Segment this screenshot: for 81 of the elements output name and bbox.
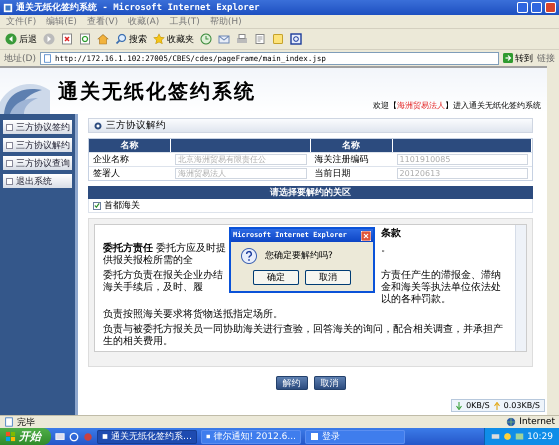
maximize-button[interactable]	[531, 2, 542, 13]
field-label: 签署人	[89, 166, 172, 180]
window-icon	[102, 432, 108, 441]
window-title: 通关无纸化签约系统 - Microsoft Internet Explorer	[16, 1, 261, 14]
scrollbar[interactable]	[515, 225, 526, 351]
terms-text: 负责与被委托方报关员一同协助海关进行查验，回答海关的询问，配合相关调查，并承担产生的相关费用。	[103, 324, 504, 348]
field-label: 企业名称	[89, 152, 172, 166]
welcome-text: 欢迎【海洲贸易法人】进入通关无纸化签约系统	[373, 100, 541, 112]
start-button[interactable]: 开始	[0, 428, 51, 445]
menu-item[interactable]: 工具(T)	[169, 15, 200, 28]
square-icon	[290, 33, 302, 45]
forward-icon	[43, 33, 55, 45]
terms-text: 负责按照海关要求将货物送抵指定场所。	[103, 309, 284, 321]
menu-item[interactable]: 文件(F)	[6, 15, 36, 28]
arrow-icon	[503, 53, 513, 63]
menu-item[interactable]: 帮助(H)	[210, 15, 242, 28]
globe-icon	[506, 417, 516, 427]
taskbar-button[interactable]: 通关无纸化签约系…	[97, 430, 197, 444]
taskbar-button[interactable]: 律尔通知! 2012.6...	[201, 430, 301, 444]
mail-icon	[218, 33, 230, 45]
windows-flag-icon	[5, 431, 16, 442]
window-icon	[310, 432, 319, 441]
page-icon	[42, 54, 52, 62]
back-icon	[5, 33, 17, 45]
toolbar-button[interactable]: 收藏夹	[153, 32, 194, 46]
clock: 10:29	[527, 432, 553, 442]
up-arrow-icon	[494, 402, 500, 410]
go-button[interactable]: 转到	[503, 52, 533, 64]
desktop-icon	[55, 432, 65, 442]
question-icon	[241, 248, 257, 264]
minimize-button[interactable]	[517, 2, 528, 13]
upload-speed: 0.03KB/S	[504, 401, 540, 410]
note-icon	[272, 33, 284, 45]
sidebar-item[interactable]: 退出系统	[3, 174, 72, 188]
toolbar-button[interactable]: 搜索	[115, 32, 147, 46]
refresh-icon	[79, 33, 91, 45]
terms-text: 委托方责任 委托方应及时提供报关报检所需的全	[103, 243, 228, 267]
action-button[interactable]: 取消	[314, 376, 346, 390]
terms-text: 方责任产生的滞报金、滞纳金和海关等执法单位依法处以的各种罚款。	[381, 270, 502, 306]
menu-item[interactable]: 收藏(A)	[128, 15, 160, 28]
dialog-button[interactable]: 确定	[253, 270, 299, 285]
terms-text: 委托方负责在报关企业办结海关手续后，及时、履	[103, 270, 224, 295]
printer-icon	[236, 33, 248, 45]
links-label[interactable]: 链接	[537, 52, 555, 64]
window-icon	[206, 432, 210, 441]
panel-title-text: 三方协议解约	[106, 119, 166, 132]
column-header: 名称	[89, 139, 172, 152]
close-button[interactable]	[545, 2, 556, 13]
action-button[interactable]: 解约	[276, 376, 308, 390]
close-icon[interactable]	[361, 230, 371, 240]
toolbar-button[interactable]: 后退	[5, 32, 37, 46]
page-icon	[4, 417, 14, 427]
section-header: 请选择要解约的关区	[88, 186, 533, 199]
sidebar-item[interactable]: 三方协议签约	[3, 120, 72, 134]
stop-icon	[61, 33, 73, 45]
terms-title: 条款	[381, 228, 402, 240]
down-arrow-icon	[456, 402, 462, 410]
field-label: 当前日期	[310, 166, 393, 180]
star-icon	[153, 33, 165, 45]
download-speed: 0KB/S	[466, 401, 490, 410]
terms-text: 。	[381, 243, 392, 256]
checkbox[interactable]	[93, 202, 101, 210]
address-label: 地址(D)	[4, 52, 36, 64]
history-icon	[200, 33, 212, 45]
menu-item[interactable]: 编辑(E)	[46, 15, 77, 28]
home-icon	[97, 33, 109, 45]
search-icon	[115, 33, 127, 45]
checkbox-label: 首都海关	[104, 200, 140, 212]
zone-text: Internet	[519, 417, 555, 427]
taskbar-button[interactable]: 登录	[305, 430, 405, 444]
dialog-message: 您确定要解约吗?	[265, 250, 333, 262]
sidebar-item[interactable]: 三方协议查询	[3, 156, 72, 170]
system-title: 通关无纸化签约系统	[58, 78, 256, 104]
bullet-icon	[94, 122, 102, 130]
field-label: 海关注册编码	[310, 152, 393, 166]
document-icon	[254, 33, 266, 45]
dialog-button[interactable]: 取消	[305, 270, 351, 285]
column-header: 名称	[310, 139, 393, 152]
menu-item[interactable]: 查看(V)	[86, 15, 118, 28]
sidebar-item[interactable]: 三方协议解约	[3, 138, 72, 152]
status-text: 完毕	[17, 416, 35, 428]
